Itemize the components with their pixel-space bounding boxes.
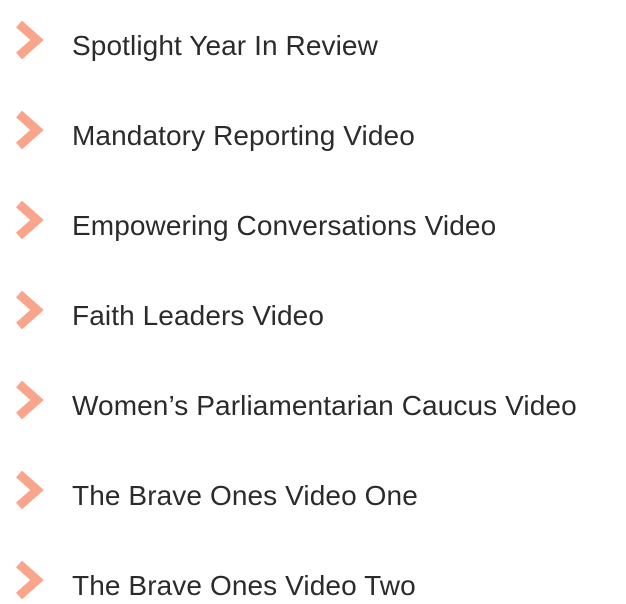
- link-item-faith-leaders-video[interactable]: Faith Leaders Video: [0, 286, 626, 346]
- chevron-right-icon: [16, 110, 44, 150]
- link-item-the-brave-ones-video-one[interactable]: The Brave Ones Video One: [0, 466, 626, 526]
- chevron-right-icon: [16, 380, 44, 420]
- link-label: Mandatory Reporting Video: [72, 120, 415, 151]
- link-label: Spotlight Year In Review: [72, 30, 378, 61]
- chevron-right-icon: [16, 560, 44, 600]
- link-label: The Brave Ones Video Two: [72, 570, 416, 601]
- link-item-empowering-conversations-video[interactable]: Empowering Conversations Video: [0, 196, 626, 256]
- link-label: The Brave Ones Video One: [72, 480, 418, 511]
- chevron-right-icon: [16, 290, 44, 330]
- link-label: Women’s Parliamentarian Caucus Video: [72, 390, 577, 421]
- chevron-right-icon: [16, 20, 44, 60]
- chevron-right-icon: [16, 470, 44, 510]
- chevron-right-icon: [16, 200, 44, 240]
- video-link-list: Spotlight Year In Review Mandatory Repor…: [0, 0, 626, 603]
- link-item-the-brave-ones-video-two[interactable]: The Brave Ones Video Two: [0, 556, 626, 603]
- link-label: Empowering Conversations Video: [72, 210, 497, 241]
- link-item-mandatory-reporting-video[interactable]: Mandatory Reporting Video: [0, 106, 626, 166]
- link-item-womens-parliamentarian-caucus-video[interactable]: Women’s Parliamentarian Caucus Video: [0, 376, 626, 436]
- link-label: Faith Leaders Video: [72, 300, 324, 331]
- link-item-spotlight-year-in-review[interactable]: Spotlight Year In Review: [0, 16, 626, 76]
